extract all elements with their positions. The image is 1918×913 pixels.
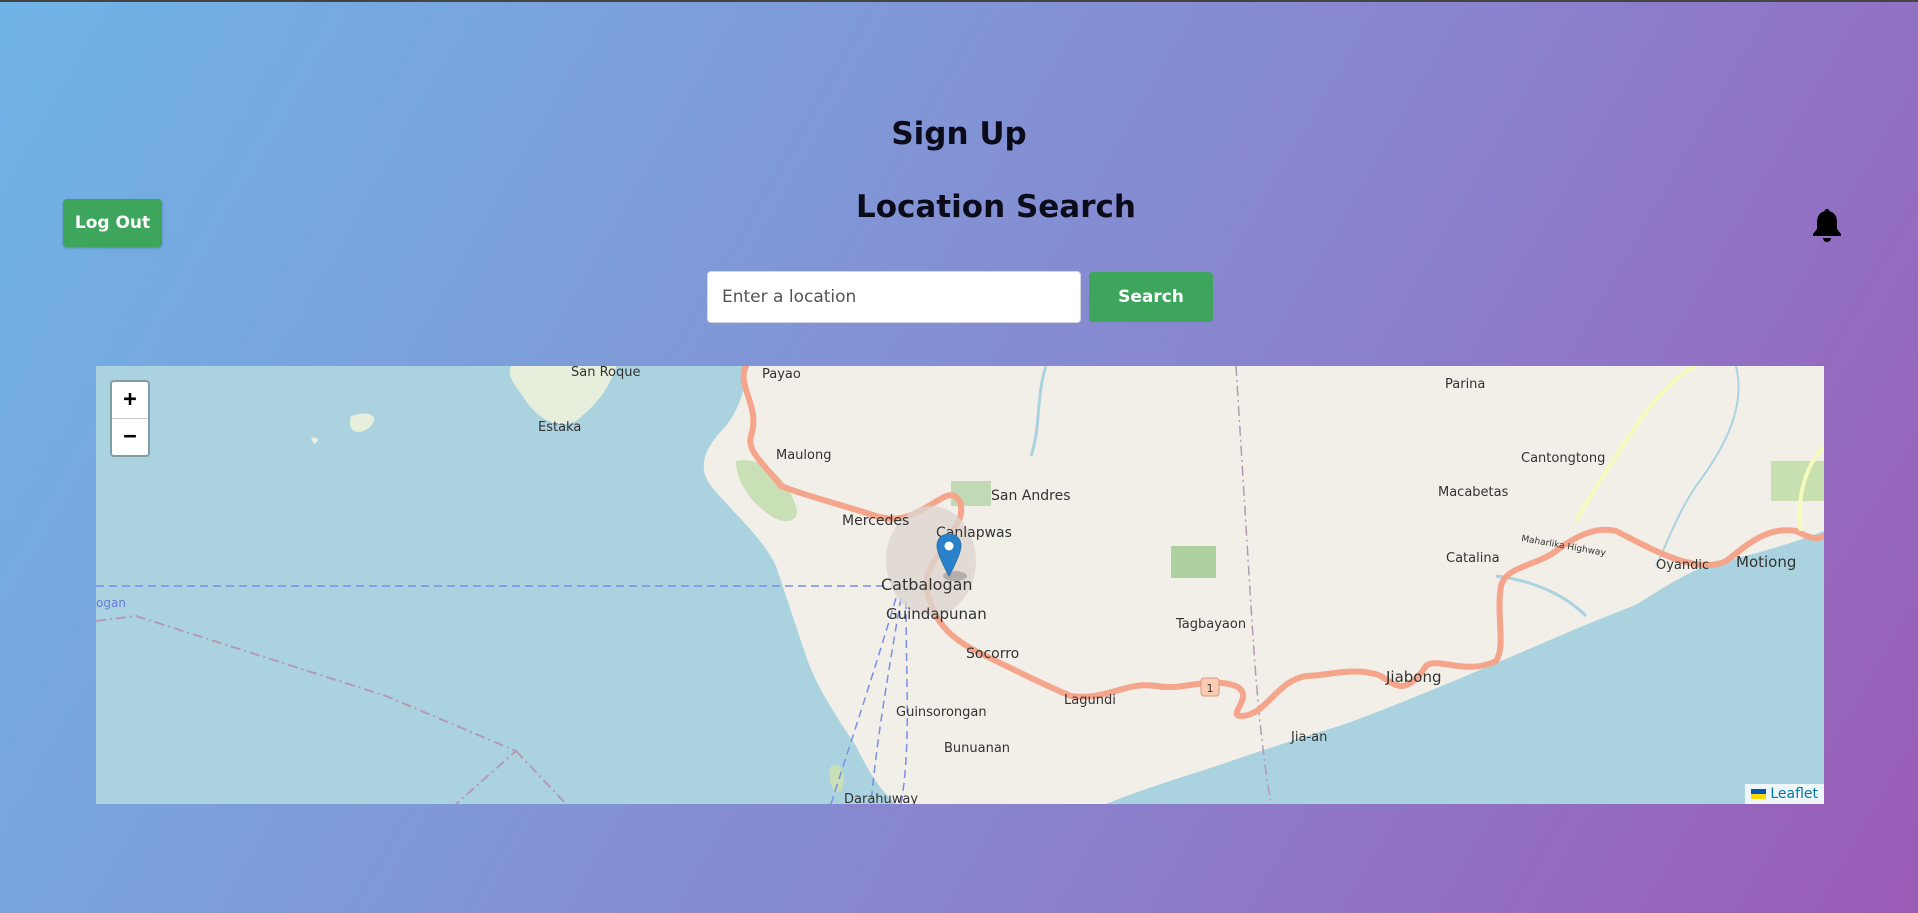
map-label: Bunuanan [944, 741, 1010, 756]
map-label: Guindapunan [886, 605, 987, 623]
map-label: Catalina [1446, 551, 1500, 566]
zoom-control: + − [110, 380, 150, 457]
location-search-input[interactable] [707, 271, 1081, 323]
page-title-signup: Sign Up [891, 116, 1027, 152]
map-label: Darahuway [844, 792, 918, 804]
map-attribution: Leaflet [1745, 784, 1824, 804]
park [1171, 546, 1216, 578]
park [1771, 461, 1824, 501]
map-label: Cantongtong [1521, 451, 1605, 466]
map-label: San Andres [991, 488, 1070, 504]
route-shield-label: 1 [1207, 682, 1214, 695]
map-label: Oyandic [1656, 558, 1709, 573]
map-label: Macabetas [1438, 485, 1509, 500]
map-label: Payao [762, 367, 801, 382]
map-label: Lagundi [1064, 693, 1116, 708]
zoom-in-button[interactable]: + [112, 382, 148, 419]
map-label: Guinsorongan [896, 705, 987, 720]
admin-boundary [515, 750, 567, 804]
map-label: Socorro [966, 646, 1019, 662]
leaflet-link[interactable]: Leaflet [1770, 786, 1818, 802]
zoom-out-button[interactable]: − [112, 419, 148, 455]
map-label: Jiabong [1385, 668, 1442, 686]
map-tiles: 1 San Roque Payao Estaka Maulong San And… [96, 366, 1824, 804]
map-label: Parina [1445, 377, 1485, 392]
map-label: Maulong [776, 448, 831, 463]
page-title-location-search: Location Search [856, 189, 1136, 225]
bell-icon[interactable] [1811, 207, 1843, 243]
map-container[interactable]: 1 San Roque Payao Estaka Maulong San And… [96, 366, 1824, 804]
island [311, 437, 318, 444]
map-label: Mercedes [842, 513, 909, 529]
ukraine-flag-icon [1751, 789, 1767, 799]
search-button[interactable]: Search [1089, 272, 1213, 322]
map-label: Jia-an [1290, 730, 1327, 745]
logout-button[interactable]: Log Out [63, 199, 162, 247]
map-label: Estaka [538, 420, 581, 435]
map-label: Tagbayaon [1175, 617, 1246, 632]
map-label: ogan [96, 596, 126, 610]
island [350, 413, 375, 432]
admin-boundary [96, 614, 518, 804]
map-label: Motiong [1736, 553, 1796, 571]
map-label: San Roque [571, 366, 640, 380]
